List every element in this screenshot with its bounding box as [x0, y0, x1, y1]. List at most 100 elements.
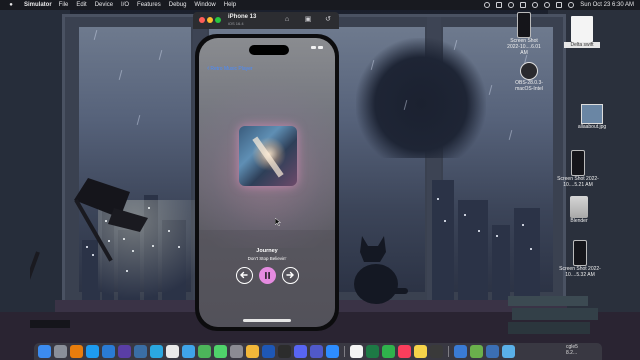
- books-stack: [508, 296, 598, 334]
- spotlight-icon[interactable]: [198, 345, 211, 358]
- obs-icon[interactable]: [430, 345, 443, 358]
- control-center-icon[interactable]: [556, 2, 563, 8]
- now-playing-artist: Journey: [256, 248, 278, 254]
- desktop-icon-screenshot-2[interactable]: Screen Shot 2022-10....5.21 AM: [550, 150, 606, 188]
- terminal-icon[interactable]: [278, 345, 291, 358]
- apple-logo-icon[interactable]: ●: [6, 2, 16, 8]
- music-icon[interactable]: [398, 345, 411, 358]
- document-icon: [571, 16, 593, 42]
- folder-icon[interactable]: [502, 345, 515, 358]
- desktop-icon-label: Screen Shot 2022-10....6.01 AM: [507, 38, 541, 56]
- disk-image-icon: [570, 196, 588, 218]
- search-icon[interactable]: [544, 2, 551, 8]
- vscode-icon[interactable]: [102, 345, 115, 358]
- screenshot-thumbnail-icon: [573, 240, 587, 266]
- zoom-button[interactable]: [215, 17, 221, 23]
- rotate-icon[interactable]: ↺: [324, 16, 332, 24]
- desktop-icon-label: allaabout.jpg: [577, 124, 607, 130]
- dock-separator: [448, 346, 449, 357]
- obs-app-icon: [520, 62, 538, 80]
- excel-icon[interactable]: [366, 345, 379, 358]
- menu-file[interactable]: File: [59, 2, 69, 8]
- phone-status-icons: [311, 46, 323, 49]
- now-playing-song: Don't Stop Believin': [247, 256, 287, 261]
- desktop-icon-label: Delta swift: [564, 42, 600, 48]
- wifi-icon[interactable]: [532, 2, 539, 8]
- xcode-icon[interactable]: [134, 345, 147, 358]
- mouse-cursor-icon: [275, 218, 281, 226]
- blender-icon[interactable]: [70, 345, 83, 358]
- next-track-button[interactable]: [282, 267, 299, 284]
- menu-edit[interactable]: Edit: [76, 2, 86, 8]
- finder-icon[interactable]: [38, 345, 51, 358]
- tree-silhouette: [356, 38, 486, 158]
- chrome-dev-icon[interactable]: [182, 345, 195, 358]
- desktop-icon-screenshot-1[interactable]: Screen Shot 2022-10....6.01 AM: [506, 12, 542, 56]
- photos-icon[interactable]: [246, 345, 259, 358]
- dynamic-island: [249, 45, 289, 55]
- bluetooth-icon[interactable]: [508, 2, 515, 8]
- album-artwork: [239, 126, 297, 186]
- desktop-icon-document[interactable]: Delta swift: [564, 16, 600, 48]
- chrome-icon[interactable]: [166, 345, 179, 358]
- screenshot-thumbnail-icon: [571, 150, 585, 176]
- discord-icon[interactable]: [294, 345, 307, 358]
- menu-app-name[interactable]: Simulator: [24, 2, 52, 8]
- pause-icon: [265, 272, 270, 279]
- simulator-icon[interactable]: [454, 345, 467, 358]
- close-button[interactable]: [199, 17, 205, 23]
- desk-lamp: [30, 178, 148, 328]
- simulator-device-title: iPhone 13: [228, 14, 257, 20]
- play-pause-button[interactable]: [259, 267, 276, 284]
- menu-io[interactable]: I/O: [121, 2, 129, 8]
- record-icon[interactable]: [484, 2, 491, 8]
- siri-icon[interactable]: [568, 2, 575, 8]
- cat-silhouette: [354, 236, 408, 304]
- teams-icon[interactable]: [310, 345, 323, 358]
- preview-icon[interactable]: [470, 345, 483, 358]
- arrow-left-icon: [240, 271, 248, 279]
- xcode-2-icon[interactable]: [486, 345, 499, 358]
- iphone-device-frame: ‹ Retro Music Player Journey Don't Stop …: [195, 34, 339, 331]
- desktop-icon-label: Blender: [570, 218, 588, 224]
- simulator-titlebar[interactable]: iPhone 13 iOS 16.4 ⌂ ▣ ↺: [193, 12, 339, 29]
- home-indicator[interactable]: [243, 319, 291, 322]
- menu-device[interactable]: Device: [95, 2, 113, 8]
- numbers-icon[interactable]: [382, 345, 395, 358]
- display-icon[interactable]: [496, 2, 503, 8]
- menu-clock[interactable]: Sun Oct 23 6:30 AM: [580, 2, 634, 8]
- menu-help[interactable]: Help: [224, 2, 236, 8]
- signal-icon: [311, 46, 316, 49]
- minimize-button[interactable]: [207, 17, 213, 23]
- home-icon[interactable]: ⌂: [283, 16, 291, 24]
- desktop-icon-label: Screen Shot 2022-10....5.32 AM: [559, 266, 601, 278]
- safari-icon[interactable]: [86, 345, 99, 358]
- github-icon[interactable]: [118, 345, 131, 358]
- launchpad-icon[interactable]: [54, 345, 67, 358]
- system-prefs-icon[interactable]: [230, 345, 243, 358]
- calendar-icon[interactable]: [350, 345, 363, 358]
- previous-track-button[interactable]: [236, 267, 253, 284]
- menu-window[interactable]: Window: [194, 2, 215, 8]
- dock-trailing-label[interactable]: cgle5 8.2...: [566, 344, 578, 356]
- dock: [34, 343, 602, 360]
- nav-back-button[interactable]: ‹ Retro Music Player: [207, 65, 253, 72]
- arrow-right-icon: [286, 271, 294, 279]
- phone-screen[interactable]: ‹ Retro Music Player Journey Don't Stop …: [199, 38, 335, 327]
- notes-icon[interactable]: [414, 345, 427, 358]
- zoom-icon[interactable]: [326, 345, 339, 358]
- desktop-icon-screenshot-3[interactable]: Screen Shot 2022-10....5.32 AM: [552, 240, 608, 278]
- messages-icon[interactable]: [214, 345, 227, 358]
- screenshot-icon[interactable]: ▣: [304, 16, 312, 24]
- image-thumbnail-icon: [581, 104, 603, 124]
- docker-icon[interactable]: [150, 345, 163, 358]
- simulator-os-version: iOS 16.4: [228, 21, 244, 26]
- desktop-icon-blender-disk[interactable]: Blender: [560, 196, 598, 224]
- bitwarden-icon[interactable]: [262, 345, 275, 358]
- menu-features[interactable]: Features: [137, 2, 161, 8]
- desktop-icon-image[interactable]: allaabout.jpg: [572, 104, 612, 130]
- menu-bar: ● Simulator File Edit Device I/O Feature…: [0, 0, 640, 10]
- battery-icon[interactable]: [520, 2, 527, 8]
- desktop-icon-obs[interactable]: OBS-28.0.3-macOS-Intel: [506, 62, 552, 92]
- menu-debug[interactable]: Debug: [169, 2, 187, 8]
